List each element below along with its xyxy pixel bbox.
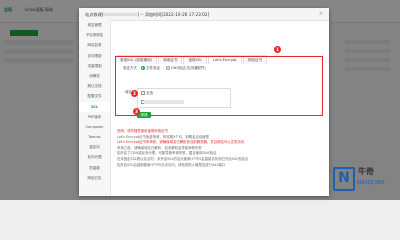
radio-file-verify[interactable] xyxy=(141,65,145,70)
select-all-checkbox[interactable] xyxy=(141,91,145,95)
site-settings-dialog: 站点修改[] -- 添加时间[2022-10-26 17:23:02] ✕ 域名… xyxy=(79,8,329,196)
sidebar-item[interactable]: 流量限制 xyxy=(79,61,110,71)
sidebar-item[interactable]: 访问限制 xyxy=(79,51,110,61)
watermark-title: 牛奇 xyxy=(358,167,374,176)
dialog-titlebar: 站点修改[] -- 添加时间[2022-10-26 17:23:02] ✕ xyxy=(79,8,329,21)
close-icon[interactable]: ✕ xyxy=(319,11,323,17)
notes-list: 说明：请勿随意使用宝塔申请证书 Let's Encrypt证书免费申请，有效期3… xyxy=(117,129,327,168)
note-item: 如开启SSL后强制使用HTTPS无法访问，请检查防火墙是否放行443端口 xyxy=(117,162,226,167)
sidebar-item[interactable]: Composer xyxy=(79,122,110,132)
radio-dns-verify[interactable] xyxy=(166,65,170,70)
step-marker: 1 xyxy=(274,46,281,53)
sidebar-item[interactable]: 防盗链 xyxy=(79,163,110,173)
sidebar-item[interactable]: 伪静态 xyxy=(79,71,110,81)
step-marker: 3 xyxy=(133,108,140,115)
watermark-subtitle: NIUQI360 xyxy=(357,180,385,186)
watermark-logo: N 牛奇 NIUQI360 xyxy=(333,165,395,197)
sidebar-item-ssl[interactable]: SSL xyxy=(79,101,110,112)
sidebar-item[interactable]: 重定向 xyxy=(79,142,110,152)
sidebar-item[interactable]: 默认文档 xyxy=(79,81,110,91)
sidebar-item[interactable]: PHP版本 xyxy=(79,112,110,122)
sidebar-item[interactable]: Tomcat xyxy=(79,132,110,142)
sidebar-item[interactable]: 配置文件 xyxy=(79,91,110,101)
sidebar-item[interactable]: 网站目录 xyxy=(79,40,110,50)
sidebar-item[interactable]: 域名管理 xyxy=(79,20,110,30)
sidebar-item[interactable]: 子目录绑定 xyxy=(79,30,110,40)
sidebar-item[interactable]: 网站日志 xyxy=(79,173,110,183)
radio-file-verify-label: 文件验证 xyxy=(146,66,160,70)
domain-item xyxy=(144,100,184,104)
step-marker: 2 xyxy=(131,90,138,97)
settings-sidebar: 域名管理 子目录绑定 网站目录 访问限制 流量限制 伪静态 默认文档 配置文件 … xyxy=(79,20,111,196)
watermark-letter: N xyxy=(333,167,355,191)
select-all-label: 全选 xyxy=(146,91,153,95)
ssl-tabs: 宝塔SSL (英雄通用) 商用证书 宝塔SSL Let's Encrypt 其他证书 xyxy=(115,46,268,64)
radio-dns-verify-label: DNS验证(支持通配符) xyxy=(171,66,206,70)
verify-method-label: 验证方式 xyxy=(123,66,137,70)
sidebar-item[interactable]: 反向代理 xyxy=(79,152,110,162)
dialog-title: 站点修改[] -- 添加时间[2022-10-26 17:23:02] xyxy=(85,11,210,17)
